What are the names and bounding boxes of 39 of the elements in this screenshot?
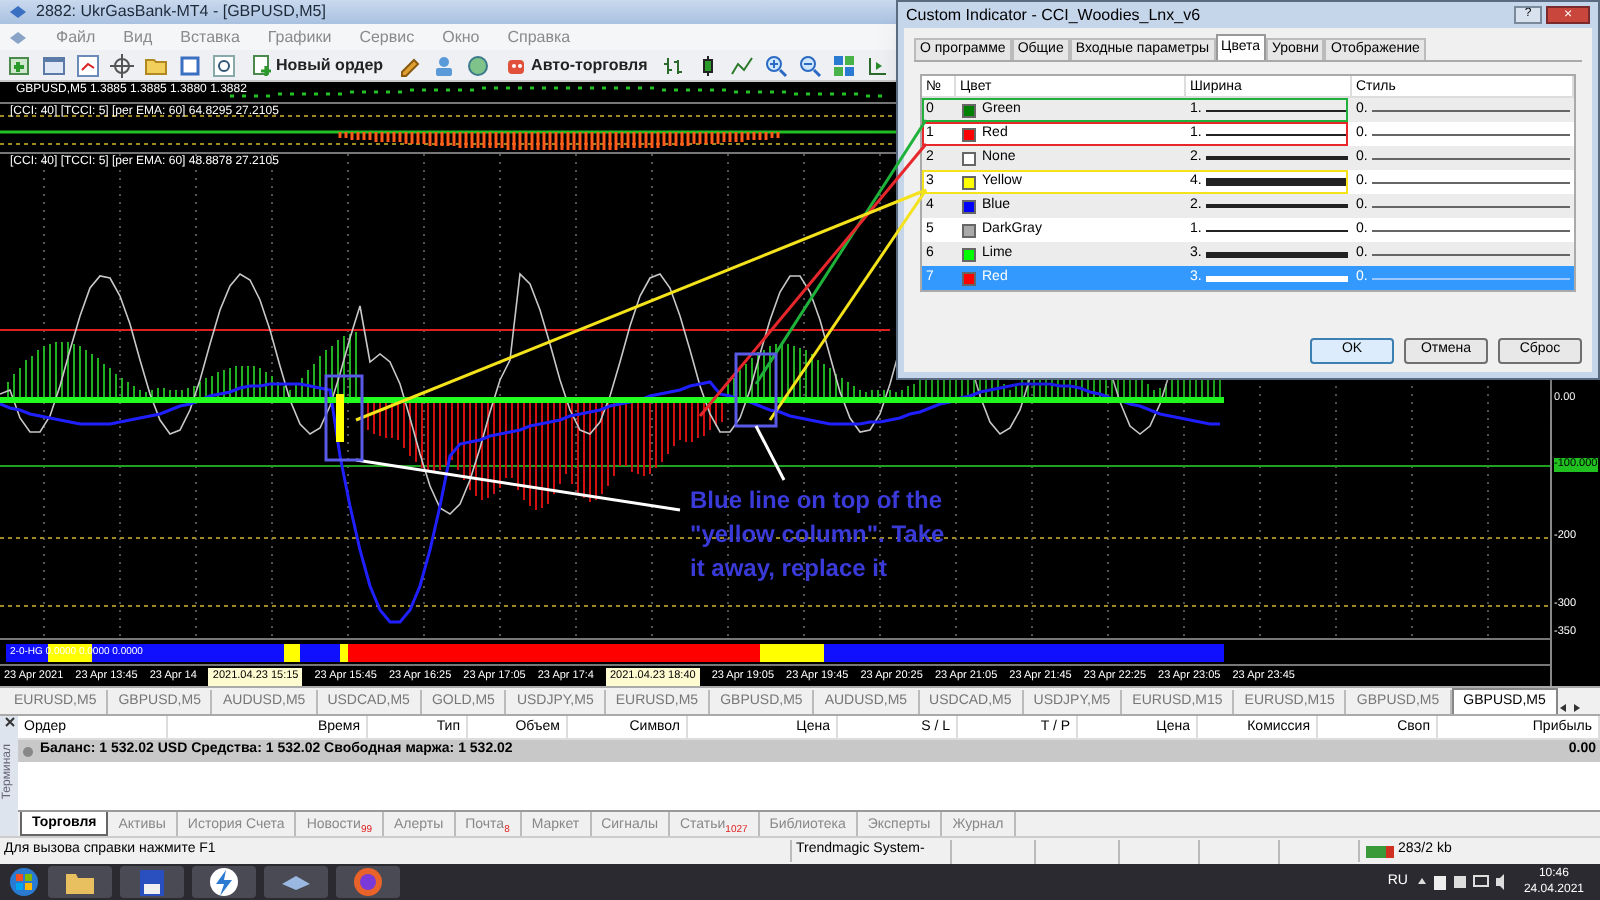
start-orb-icon[interactable] [8,866,40,898]
bar-chart-icon[interactable] [661,53,686,77]
zoom-out-icon[interactable] [797,53,822,77]
zoom-in-icon[interactable] [763,53,788,77]
color-swatch[interactable] [962,223,976,237]
chart-icon[interactable] [76,53,100,77]
dialog-title: Custom Indicator - CCI_Woodies_Lnx_v6 [906,3,1201,27]
auto-trading-button[interactable]: Авто-торговля [499,52,652,78]
color-swatch[interactable] [962,151,976,165]
grid-icon[interactable] [831,53,856,77]
browser-icon[interactable] [350,866,386,898]
new-order-button[interactable]: Новый ордер [246,52,388,78]
lightning-icon[interactable] [206,866,242,898]
color-swatch[interactable] [962,103,976,117]
signal-bars-icon [1366,843,1394,859]
document-plus-icon [250,54,272,76]
marker-frame [734,352,778,428]
plus-icon[interactable] [8,53,32,77]
color-swatch[interactable] [962,175,976,189]
color-swatch[interactable] [962,199,976,213]
color-swatch[interactable] [962,127,976,141]
person-icon[interactable] [431,53,456,77]
line-chart-icon[interactable] [729,53,754,77]
window-title: 2882: UkrGasBank-MT4 - [GBPUSD,M5] [36,0,326,24]
scroll-chart-icon[interactable] [865,53,890,77]
leader-line [754,425,786,481]
color-swatch[interactable] [962,247,976,261]
marker-frame [324,374,364,462]
color-swatch[interactable] [962,271,976,285]
window-icon[interactable] [42,53,66,77]
close-icon[interactable] [3,716,15,728]
crosshair-icon[interactable] [110,53,134,77]
status-dot-icon [22,745,34,757]
magnifier-icon[interactable] [212,53,236,77]
annotation-text: Blue line on top of the "yellow column". Take it away, replace it [690,484,947,586]
highlight-column [336,394,344,442]
tray-icon[interactable] [1415,872,1508,892]
scroll-arrows-icon[interactable] [1557,702,1582,714]
square-icon[interactable] [178,53,202,77]
